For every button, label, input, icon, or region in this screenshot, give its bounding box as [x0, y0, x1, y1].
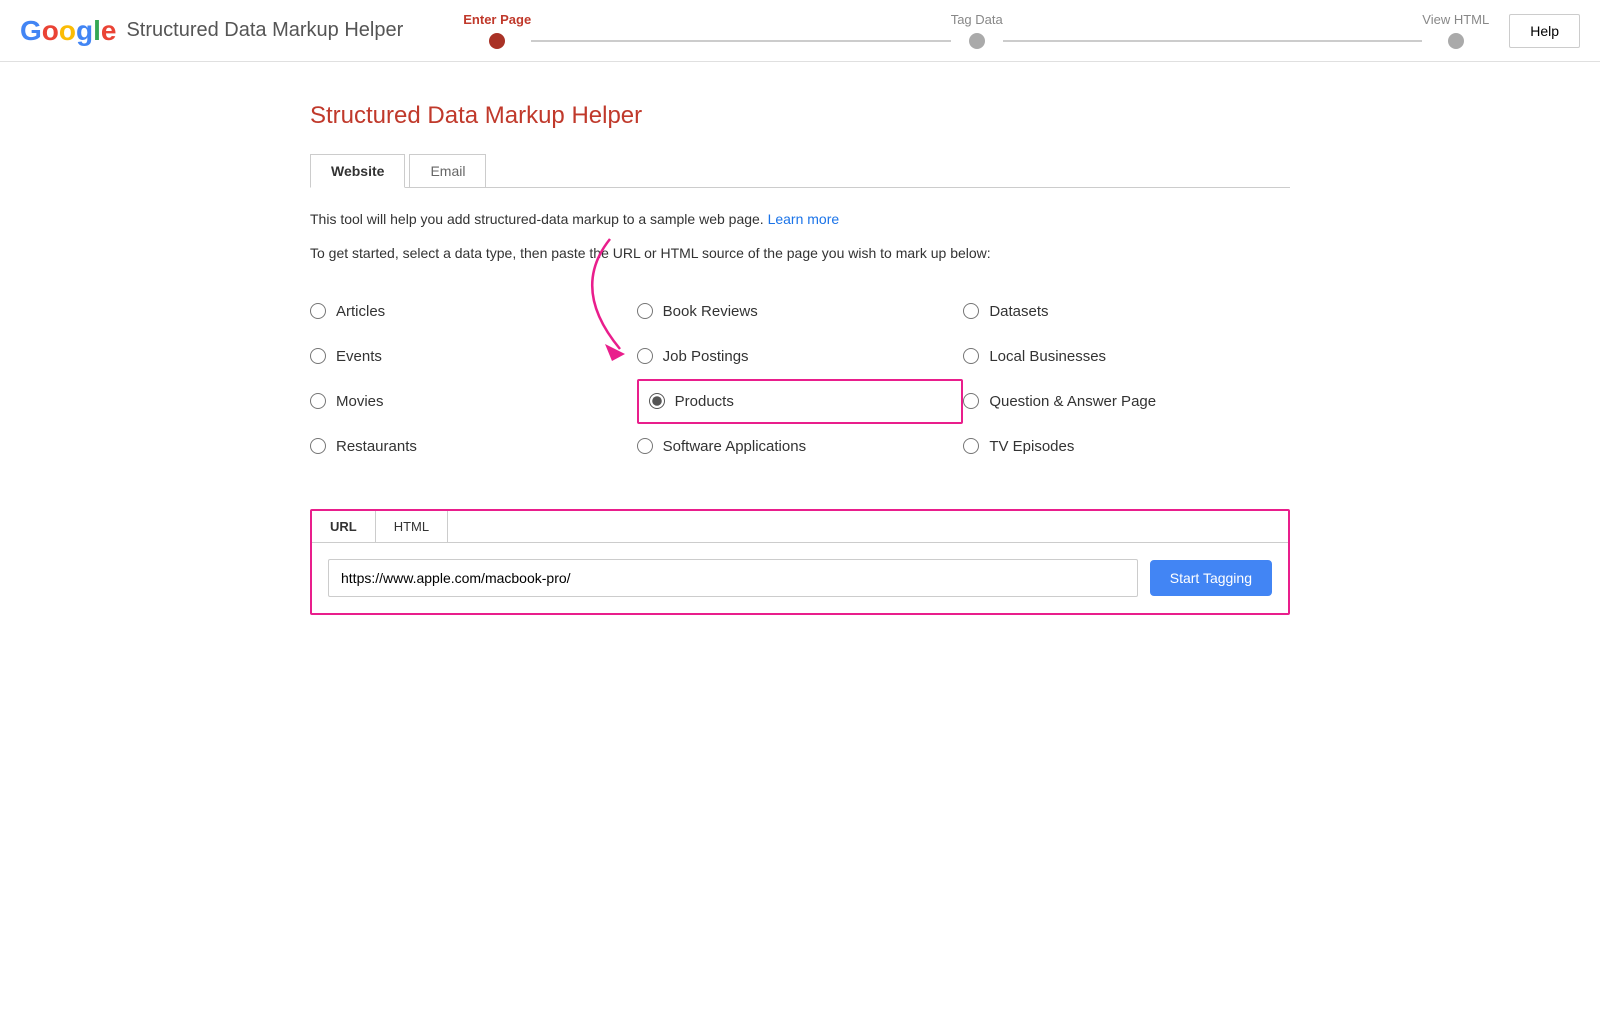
radio-tv-episodes-label: TV Episodes	[989, 438, 1074, 455]
radio-grid-wrapper: Articles Book Reviews Datasets Events Jo…	[310, 289, 1290, 469]
learn-more-link[interactable]: Learn more	[768, 211, 840, 227]
radio-movies-input[interactable]	[310, 393, 326, 409]
radio-local-businesses-input[interactable]	[963, 348, 979, 364]
url-section: URL HTML Start Tagging	[310, 509, 1290, 615]
radio-local-businesses[interactable]: Local Businesses	[963, 334, 1290, 379]
description-2: To get started, select a data type, then…	[310, 242, 1290, 264]
step-view-html: View HTML	[1422, 12, 1489, 49]
logo-letter-g2: g	[76, 15, 93, 47]
url-tabs: URL HTML	[312, 511, 1288, 543]
radio-products-input[interactable]	[649, 393, 665, 409]
url-input[interactable]	[328, 559, 1138, 597]
radio-tv-episodes-input[interactable]	[963, 438, 979, 454]
url-input-row: Start Tagging	[312, 543, 1288, 613]
radio-products[interactable]: Products	[637, 379, 964, 424]
progress-line-1	[531, 40, 951, 42]
radio-articles-input[interactable]	[310, 303, 326, 319]
step-enter-page: Enter Page	[463, 12, 531, 49]
radio-products-label: Products	[675, 393, 734, 410]
google-logo: G o o g l e	[20, 15, 116, 47]
header-title: Structured Data Markup Helper	[126, 19, 403, 42]
step-view-html-label: View HTML	[1422, 12, 1489, 27]
logo-letter-o1: o	[42, 15, 59, 47]
logo-letter-g: G	[20, 15, 42, 47]
step-enter-page-dot	[489, 33, 505, 49]
radio-events-input[interactable]	[310, 348, 326, 364]
progress-bar: Enter Page Tag Data View HTML	[463, 12, 1489, 49]
radio-book-reviews-label: Book Reviews	[663, 303, 758, 320]
radio-datasets[interactable]: Datasets	[963, 289, 1290, 334]
radio-book-reviews[interactable]: Book Reviews	[637, 289, 964, 334]
radio-book-reviews-input[interactable]	[637, 303, 653, 319]
main-content: Structured Data Markup Helper Website Em…	[250, 102, 1350, 615]
step-tag-data: Tag Data	[951, 12, 1003, 49]
radio-restaurants[interactable]: Restaurants	[310, 424, 637, 469]
radio-articles-label: Articles	[336, 303, 385, 320]
radio-events[interactable]: Events	[310, 334, 637, 379]
step-tag-data-label: Tag Data	[951, 12, 1003, 27]
radio-restaurants-input[interactable]	[310, 438, 326, 454]
radio-question-answer[interactable]: Question & Answer Page	[963, 379, 1290, 424]
desc1-text: This tool will help you add structured-d…	[310, 211, 764, 227]
radio-movies-label: Movies	[336, 393, 384, 410]
step-tag-data-dot	[969, 33, 985, 49]
radio-software-applications-input[interactable]	[637, 438, 653, 454]
radio-tv-episodes[interactable]: TV Episodes	[963, 424, 1290, 469]
description-1: This tool will help you add structured-d…	[310, 208, 1290, 230]
radio-options-grid: Articles Book Reviews Datasets Events Jo…	[310, 289, 1290, 469]
tab-email[interactable]: Email	[409, 154, 486, 187]
url-tab-html[interactable]: HTML	[376, 511, 448, 542]
tab-website[interactable]: Website	[310, 154, 405, 188]
step-view-html-dot	[1448, 33, 1464, 49]
progress-line-2	[1003, 40, 1423, 42]
radio-software-applications[interactable]: Software Applications	[637, 424, 964, 469]
radio-question-answer-input[interactable]	[963, 393, 979, 409]
radio-job-postings-input[interactable]	[637, 348, 653, 364]
logo-letter-o2: o	[59, 15, 76, 47]
logo-letter-l: l	[93, 15, 101, 47]
radio-local-businesses-label: Local Businesses	[989, 348, 1106, 365]
radio-software-applications-label: Software Applications	[663, 438, 806, 455]
radio-articles[interactable]: Articles	[310, 289, 637, 334]
radio-job-postings-label: Job Postings	[663, 348, 749, 365]
step-enter-page-label: Enter Page	[463, 12, 531, 27]
url-tab-url[interactable]: URL	[312, 511, 376, 542]
radio-datasets-input[interactable]	[963, 303, 979, 319]
logo-letter-e: e	[101, 15, 117, 47]
radio-datasets-label: Datasets	[989, 303, 1048, 320]
page-tabs: Website Email	[310, 154, 1290, 188]
help-button[interactable]: Help	[1509, 14, 1580, 48]
header: G o o g l e Structured Data Markup Helpe…	[0, 0, 1600, 62]
radio-restaurants-label: Restaurants	[336, 438, 417, 455]
radio-movies[interactable]: Movies	[310, 379, 637, 424]
start-tagging-button[interactable]: Start Tagging	[1150, 560, 1272, 596]
page-heading: Structured Data Markup Helper	[310, 102, 1290, 130]
radio-job-postings[interactable]: Job Postings	[637, 334, 964, 379]
radio-events-label: Events	[336, 348, 382, 365]
radio-question-answer-label: Question & Answer Page	[989, 393, 1156, 410]
